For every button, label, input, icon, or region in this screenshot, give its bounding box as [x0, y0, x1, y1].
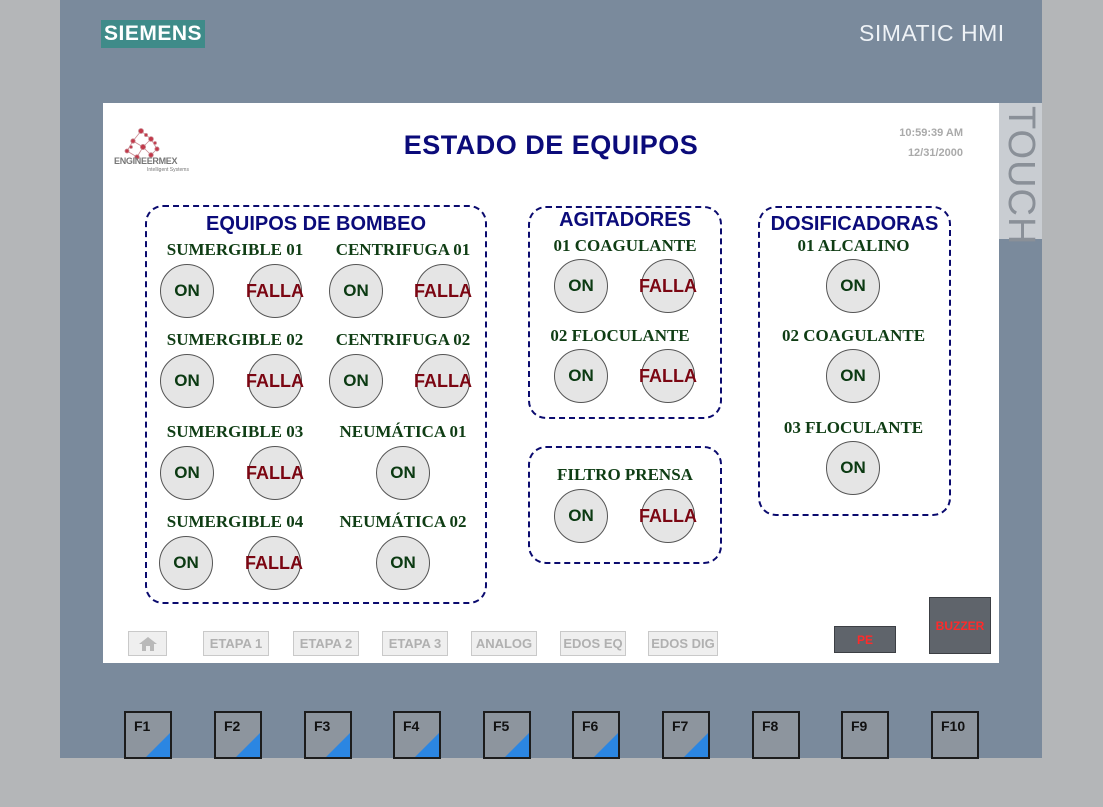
f7-key[interactable]: F7: [662, 711, 710, 759]
f7-key-accent: [684, 733, 708, 757]
filtro-prensa-on-button[interactable]: ON: [554, 489, 608, 543]
neumatica-01-on-button[interactable]: ON: [376, 446, 430, 500]
f1-key-label: F1: [134, 718, 151, 734]
label-sumergible-01: SUMERGIBLE 01: [166, 240, 304, 259]
clock-time: 10:59:39 AM: [899, 127, 963, 139]
f9-key-label: F9: [851, 718, 868, 734]
f10-key-label: F10: [941, 718, 966, 734]
panel-title: DOSIFICADORAS: [770, 213, 939, 235]
label-dosif-coagulante: 02 COAGULANTE: [781, 326, 926, 345]
f3-key-label: F3: [314, 718, 331, 734]
sumergible-02-on-button[interactable]: ON: [160, 354, 214, 408]
centrifuga-01-falla-indicator: FALLA: [414, 264, 472, 318]
f10-key[interactable]: F10: [931, 711, 979, 759]
label-sumergible-03: SUMERGIBLE 03: [166, 422, 304, 441]
f6-key-accent: [594, 733, 618, 757]
f3-key[interactable]: F3: [304, 711, 352, 759]
f6-key-label: F6: [582, 718, 599, 734]
label-agitador-coagulante: 01 COAGULANTE: [553, 236, 697, 255]
f2-key-accent: [236, 733, 260, 757]
f4-key[interactable]: F4: [393, 711, 441, 759]
f3-key-accent: [326, 733, 350, 757]
label-dosif-floculante: 03 FLOCULANTE: [783, 418, 924, 437]
label-dosif-alcalino: 01 ALCALINO: [797, 236, 910, 255]
label-agitador-floculante: 02 FLOCULANTE: [550, 326, 690, 345]
sumergible-02-falla-indicator: FALLA: [246, 354, 304, 408]
model-label: SIMATIC HMI: [859, 20, 1005, 46]
label-sumergible-02: SUMERGIBLE 02: [166, 330, 304, 349]
f5-key-label: F5: [493, 718, 510, 734]
sumergible-01-falla-indicator: FALLA: [246, 264, 304, 318]
siemens-logo: SIEMENS: [101, 20, 205, 48]
home-button[interactable]: [128, 631, 167, 656]
edos-eq-button[interactable]: EDOS EQ: [560, 631, 626, 656]
f9-key[interactable]: F9: [841, 711, 889, 759]
f4-key-accent: [415, 733, 439, 757]
f5-key[interactable]: F5: [483, 711, 531, 759]
f8-key-label: F8: [762, 718, 779, 734]
sumergible-04-falla-indicator: FALLA: [245, 536, 303, 590]
agitador-floculante-on-button[interactable]: ON: [554, 349, 608, 403]
analog-button[interactable]: ANALOG: [471, 631, 537, 656]
f2-key-label: F2: [224, 718, 241, 734]
f4-key-label: F4: [403, 718, 420, 734]
f2-key[interactable]: F2: [214, 711, 262, 759]
agitador-coagulante-falla-indicator: FALLA: [639, 259, 697, 313]
dosif-coagulante-on-button[interactable]: ON: [826, 349, 880, 403]
logo-subtext: Intelligent Systems: [147, 167, 189, 173]
clock-date: 12/31/2000: [907, 147, 963, 159]
neumatica-02-on-button[interactable]: ON: [376, 536, 430, 590]
sumergible-01-on-button[interactable]: ON: [160, 264, 214, 318]
f5-key-accent: [505, 733, 529, 757]
panel-title: EQUIPOS DE BOMBEO: [205, 213, 427, 235]
dosif-floculante-on-button[interactable]: ON: [826, 441, 880, 495]
f1-key-accent: [146, 733, 170, 757]
f7-key-label: F7: [672, 718, 689, 734]
dosif-alcalino-on-button[interactable]: ON: [826, 259, 880, 313]
label-centrifuga-01: CENTRIFUGA 01: [335, 240, 471, 259]
sumergible-03-on-button[interactable]: ON: [160, 446, 214, 500]
label-filtro-prensa: FILTRO PRENSA: [557, 465, 693, 484]
etapa-3-button[interactable]: ETAPA 3: [382, 631, 448, 656]
sumergible-03-falla-indicator: FALLA: [246, 446, 304, 500]
sumergible-04-on-button[interactable]: ON: [159, 536, 213, 590]
agitador-coagulante-on-button[interactable]: ON: [554, 259, 608, 313]
filtro-prensa-falla-indicator: FALLA: [639, 489, 697, 543]
edos-dig-button[interactable]: EDOS DIG: [648, 631, 718, 656]
label-neumatica-02: NEUMÁTICA 02: [339, 512, 467, 531]
f1-key[interactable]: F1: [124, 711, 172, 759]
page-title: ESTADO DE EQUIPOS: [403, 130, 699, 160]
centrifuga-02-falla-indicator: FALLA: [414, 354, 472, 408]
label-neumatica-01: NEUMÁTICA 01: [339, 422, 467, 441]
f8-key[interactable]: F8: [752, 711, 800, 759]
etapa-1-button[interactable]: ETAPA 1: [203, 631, 269, 656]
label-centrifuga-02: CENTRIFUGA 02: [335, 330, 471, 349]
panel-title: AGITADORES: [559, 209, 691, 231]
f6-key[interactable]: F6: [572, 711, 620, 759]
label-sumergible-04: SUMERGIBLE 04: [166, 512, 304, 531]
clock: 10:59:39 AM 12/31/2000: [873, 123, 963, 163]
centrifuga-01-on-button[interactable]: ON: [329, 264, 383, 318]
home-icon: [138, 636, 157, 651]
hmi-screen: ENGINEERMEX Intelligent Systems ESTADO D…: [103, 103, 999, 663]
agitador-floculante-falla-indicator: FALLA: [639, 349, 697, 403]
buzzer-button[interactable]: BUZZER: [929, 597, 991, 654]
etapa-2-button[interactable]: ETAPA 2: [293, 631, 359, 656]
touch-label: TOUCH: [1000, 106, 1042, 246]
pe-button[interactable]: PE: [834, 626, 896, 653]
centrifuga-02-on-button[interactable]: ON: [329, 354, 383, 408]
